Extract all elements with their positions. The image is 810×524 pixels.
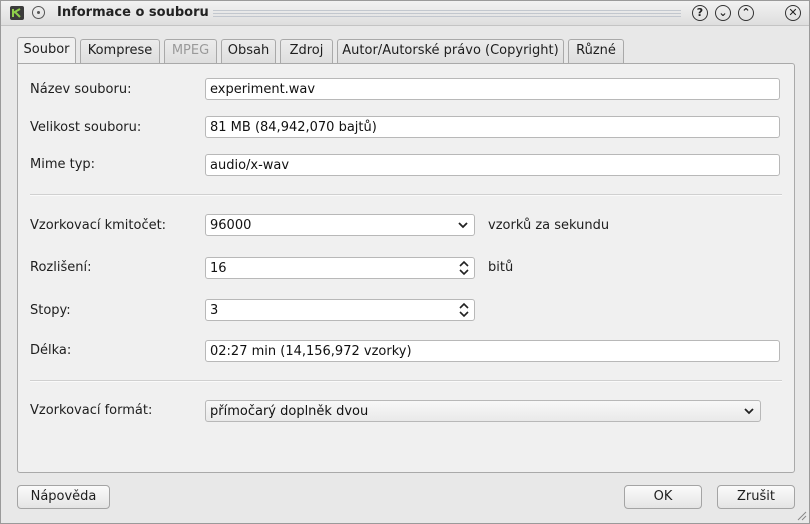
help-button[interactable]: Nápověda — [17, 485, 110, 509]
file-info-dialog: Informace o souboru ? ⌄ ⌃ ✕ Soubor Kompr… — [0, 0, 810, 524]
tab-mpeg: MPEG — [164, 39, 217, 63]
mime-label: Mime typ: — [30, 157, 96, 172]
help-context-icon[interactable]: ? — [692, 5, 708, 21]
samplerate-label: Vzorkovací kmitočet: — [30, 218, 167, 233]
tab-ruzne[interactable]: Různé — [568, 39, 624, 63]
tab-panel-soubor: Název souboru: experiment.wav Velikost s… — [17, 63, 795, 473]
resolution-spinbox[interactable]: 16 — [205, 257, 475, 279]
ok-button[interactable]: OK — [624, 485, 702, 509]
filesize-field[interactable]: 81 MB (84,942,070 bajtů) — [205, 116, 780, 138]
filename-label: Název souboru: — [30, 82, 132, 97]
title-bar[interactable]: Informace o souboru ? ⌄ ⌃ ✕ — [1, 1, 809, 26]
title-decoration — [213, 10, 681, 17]
close-icon[interactable]: ✕ — [785, 5, 801, 21]
window-title: Informace o souboru — [57, 5, 209, 20]
cancel-button[interactable]: Zrušit — [717, 485, 795, 509]
tab-zdroj[interactable]: Zdroj — [280, 39, 333, 63]
sampleformat-value: přímočarý doplněk dvou — [210, 404, 369, 419]
maximize-icon[interactable]: ⌃ — [738, 5, 754, 21]
filesize-label: Velikost souboru: — [30, 120, 142, 135]
minimize-icon[interactable]: ⌄ — [715, 5, 731, 21]
length-field[interactable]: 02:27 min (14,156,972 vzorky) — [205, 340, 780, 362]
app-icon — [10, 6, 24, 20]
resolution-label: Rozlišení: — [30, 260, 92, 275]
tab-obsah[interactable]: Obsah — [221, 39, 276, 63]
resize-grip-icon[interactable] — [795, 509, 807, 521]
mime-field[interactable]: audio/x-wav — [205, 154, 780, 176]
filename-field[interactable]: experiment.wav — [205, 78, 780, 100]
separator — [30, 194, 782, 196]
tracks-label: Stopy: — [30, 303, 71, 318]
resolution-value: 16 — [210, 261, 227, 276]
chevron-down-icon — [744, 408, 754, 415]
separator — [30, 380, 782, 382]
samplerate-combo[interactable]: 96000 — [205, 214, 475, 236]
window-menu-icon[interactable] — [32, 6, 45, 19]
samplerate-unit: vzorků za sekundu — [488, 218, 610, 233]
spinner-arrows-icon[interactable] — [459, 302, 469, 318]
tab-soubor[interactable]: Soubor — [17, 37, 76, 63]
spinner-arrows-icon[interactable] — [459, 260, 469, 276]
sampleformat-label: Vzorkovací formát: — [30, 403, 153, 418]
resolution-unit: bitů — [488, 260, 514, 275]
samplerate-value: 96000 — [210, 218, 252, 233]
chevron-down-icon — [458, 222, 468, 229]
length-label: Délka: — [30, 343, 72, 358]
tab-autor[interactable]: Autor/Autorské právo (Copyright) — [337, 39, 564, 63]
tracks-value: 3 — [210, 303, 219, 318]
sampleformat-combo[interactable]: přímočarý doplněk dvou — [205, 400, 761, 422]
tracks-spinbox[interactable]: 3 — [205, 299, 475, 321]
tab-komprese[interactable]: Komprese — [80, 39, 160, 63]
